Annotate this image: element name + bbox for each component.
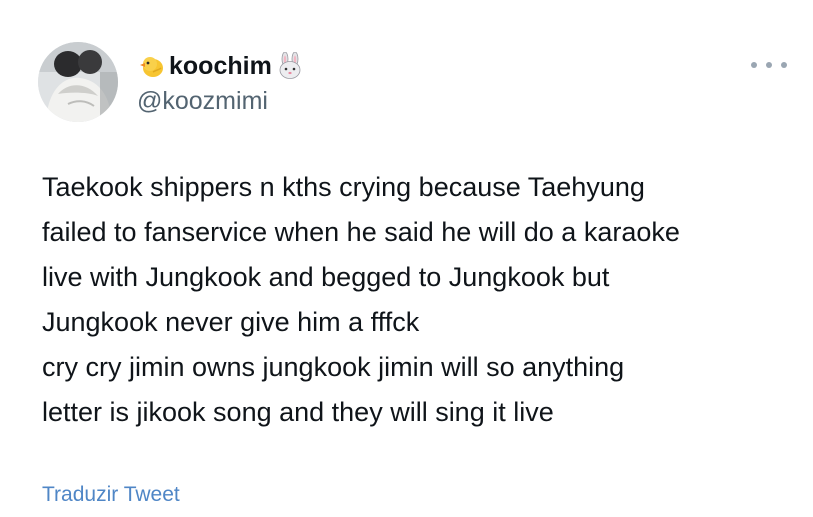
- tweet-text-line: letter is jikook song and they will sing…: [42, 397, 554, 427]
- chick-emoji-icon: [137, 52, 165, 80]
- translate-tweet-link[interactable]: Traduzir Tweet: [42, 482, 180, 508]
- tweet-text-line: cry cry jimin owns jungkook jimin will s…: [42, 352, 625, 382]
- tweet-text-line: Jungkook never give him a fffck: [42, 307, 420, 337]
- more-dot: [751, 62, 757, 68]
- author-display-name[interactable]: koochim: [169, 50, 272, 82]
- author-handle[interactable]: @koozmimi: [137, 86, 268, 116]
- author-name-row[interactable]: koochim: [137, 50, 304, 82]
- rabbit-emoji-icon: [276, 51, 304, 80]
- more-options-icon[interactable]: [751, 55, 787, 75]
- tweet-text: Taekook shippers n kths crying because T…: [42, 165, 782, 435]
- avatar[interactable]: [38, 42, 118, 122]
- tweet-text-line: live with Jungkook and begged to Jungkoo…: [42, 262, 610, 292]
- more-dot: [766, 62, 772, 68]
- more-dot: [781, 62, 787, 68]
- tweet-text-line: Taekook shippers n kths crying because T…: [42, 172, 645, 202]
- tweet-text-line: failed to fanservice when he said he wil…: [42, 217, 680, 247]
- avatar-image: [38, 42, 118, 122]
